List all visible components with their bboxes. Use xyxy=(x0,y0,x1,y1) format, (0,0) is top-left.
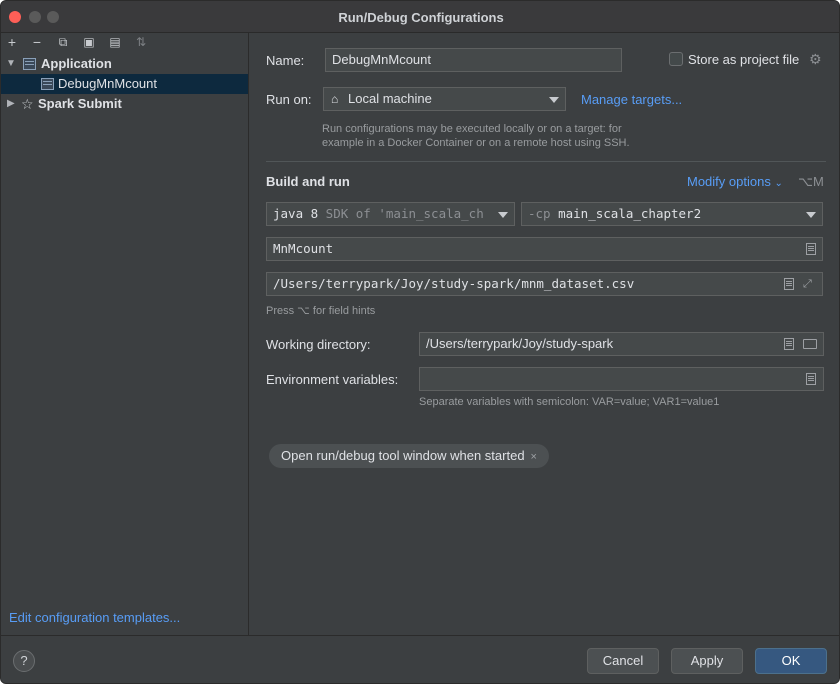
help-button[interactable]: ? xyxy=(13,650,35,672)
chevron-right-icon[interactable]: ▶ xyxy=(7,94,15,114)
tree-item-spark-submit[interactable]: ▶ ☆ Spark Submit xyxy=(1,94,248,114)
name-input[interactable]: DebugMnMcount xyxy=(325,48,622,72)
jdk-select[interactable]: java 8 SDK of 'main_scala_ch xyxy=(266,202,515,226)
classpath-select[interactable]: -cp main_scala_chapter2 xyxy=(521,202,823,226)
working-directory-input[interactable]: /Users/terrypark/Joy/study-spark xyxy=(419,332,824,356)
edit-templates-link[interactable]: Edit configuration templates... xyxy=(9,610,180,625)
tree-item-label: Application xyxy=(41,56,112,71)
option-label: Open run/debug tool window when started xyxy=(281,448,525,463)
program-arguments-input[interactable]: /Users/terrypark/Joy/study-spark/mnm_dat… xyxy=(266,272,823,296)
title-bar: Run/Debug Configurations xyxy=(1,1,839,33)
environment-variables-input[interactable] xyxy=(419,367,824,391)
store-project-checkbox[interactable] xyxy=(669,52,683,66)
field-hints-text: Press ⌥ for field hints xyxy=(266,305,376,317)
chevron-down-icon xyxy=(498,212,508,218)
folder-icon[interactable] xyxy=(803,339,817,349)
main-class-value: MnMcount xyxy=(273,241,334,256)
run-debug-dialog: Run/Debug Configurations + − ⧉ ▣ ▤ ⇅ ▼ A… xyxy=(0,0,840,684)
remove-icon[interactable]: − xyxy=(28,34,46,50)
close-icon[interactable]: × xyxy=(531,451,537,463)
manage-targets-link[interactable]: Manage targets... xyxy=(581,92,682,107)
run-on-label: Run on: xyxy=(266,92,312,107)
window-title: Run/Debug Configurations xyxy=(338,10,504,25)
home-icon: ⌂ xyxy=(331,92,339,106)
chevron-down-icon[interactable]: ▼ xyxy=(6,54,16,74)
name-label: Name: xyxy=(266,53,305,68)
sidebar-toolbar: + − ⧉ ▣ ▤ ⇅ xyxy=(1,33,248,53)
classpath-prefix: -cp xyxy=(528,206,559,221)
star-icon: ☆ xyxy=(21,96,34,112)
run-on-hint-line1: Run configurations may be executed local… xyxy=(322,123,622,135)
add-icon[interactable]: + xyxy=(3,34,21,50)
divider xyxy=(266,161,826,162)
config-form: Name: DebugMnMcount Store as project fil… xyxy=(249,33,839,635)
sort-icon[interactable]: ⇅ xyxy=(132,34,150,50)
ok-button[interactable]: OK xyxy=(755,648,827,674)
modify-options-label: Modify options xyxy=(687,174,771,189)
tree-item-label: DebugMnMcount xyxy=(58,76,157,91)
modify-options-link[interactable]: Modify options ⌄ xyxy=(687,174,783,189)
application-icon xyxy=(23,58,36,70)
gear-icon[interactable]: ⚙ xyxy=(809,51,822,68)
run-on-value: Local machine xyxy=(348,91,432,106)
build-and-run-title: Build and run xyxy=(266,174,350,189)
tree-item-debugmnmcount[interactable]: DebugMnMcount xyxy=(1,74,248,94)
modify-options-shortcut: ⌥M xyxy=(798,174,824,189)
working-directory-value: /Users/terrypark/Joy/study-spark xyxy=(426,336,614,351)
store-project-label: Store as project file xyxy=(688,52,800,67)
classpath-value: main_scala_chapter2 xyxy=(558,206,702,221)
tree-item-label: Spark Submit xyxy=(38,96,122,111)
insert-macro-icon[interactable] xyxy=(784,278,794,290)
open-tool-window-option[interactable]: Open run/debug tool window when started × xyxy=(269,444,549,468)
expand-icon[interactable]: ⤢ xyxy=(803,277,815,291)
application-icon xyxy=(41,78,54,90)
working-directory-label: Working directory: xyxy=(266,337,371,352)
browse-icon[interactable] xyxy=(806,373,816,385)
new-folder-icon[interactable]: ▤ xyxy=(106,34,124,50)
run-on-select[interactable]: ⌂ Local machine xyxy=(323,87,566,111)
jdk-detail: SDK of 'main_scala_ch xyxy=(318,206,484,221)
insert-macro-icon[interactable] xyxy=(784,338,794,350)
copy-icon[interactable]: ⧉ xyxy=(54,34,72,50)
tree-item-application[interactable]: ▼ Application xyxy=(1,54,248,74)
main-class-input[interactable]: MnMcount xyxy=(266,237,823,261)
chevron-down-icon xyxy=(549,97,559,103)
program-arguments-value: /Users/terrypark/Joy/study-spark/mnm_dat… xyxy=(273,276,635,291)
browse-icon[interactable] xyxy=(806,243,816,255)
apply-button[interactable]: Apply xyxy=(671,648,743,674)
chevron-down-icon xyxy=(806,212,816,218)
environment-variables-hint: Separate variables with semicolon: VAR=v… xyxy=(419,396,720,408)
run-on-hint-line2: example in a Docker Container or on a re… xyxy=(322,137,630,149)
config-sidebar: + − ⧉ ▣ ▤ ⇅ ▼ Application DebugMnMcount … xyxy=(1,33,249,635)
jdk-version: java 8 xyxy=(273,206,319,221)
dialog-footer: ? Cancel Apply OK xyxy=(1,635,839,683)
chevron-down-icon: ⌄ xyxy=(774,178,783,189)
save-icon[interactable]: ▣ xyxy=(80,34,98,50)
environment-variables-label: Environment variables: xyxy=(266,372,399,387)
cancel-button[interactable]: Cancel xyxy=(587,648,659,674)
